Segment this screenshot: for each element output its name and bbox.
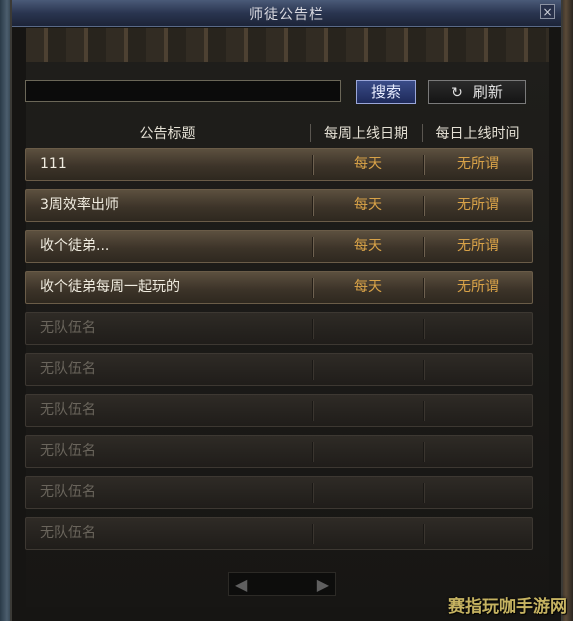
refresh-button[interactable]: ↻ 刷新 — [428, 80, 526, 104]
title-bar[interactable]: 师徒公告栏 × — [12, 0, 561, 27]
row-title: 无队伍名 — [40, 402, 96, 418]
row-title: 无队伍名 — [40, 361, 96, 377]
row-weekly: 每天 — [354, 238, 382, 254]
table-row[interactable]: 3周效率出师 每天 无所谓 — [25, 189, 533, 222]
decorative-band — [26, 28, 549, 63]
row-weekly — [313, 354, 423, 385]
row-daily: 无所谓 — [457, 238, 499, 254]
row-daily: 无所谓 — [457, 279, 499, 295]
row-weekly — [313, 518, 423, 549]
refresh-icon: ↻ — [451, 85, 463, 101]
row-title: 111 — [40, 156, 67, 172]
row-weekly: 每天 — [354, 197, 382, 213]
table-row[interactable]: 收个徒弟... 每天 无所谓 — [25, 230, 533, 263]
row-weekly: 每天 — [354, 279, 382, 295]
window-title: 师徒公告栏 — [249, 7, 324, 23]
table-row[interactable]: 无队伍名 — [25, 517, 533, 550]
row-title: 3周效率出师 — [40, 197, 119, 213]
row-title: 无队伍名 — [40, 525, 96, 541]
pager: ◀ ▶ — [228, 572, 336, 596]
row-weekly — [313, 477, 423, 508]
search-input[interactable] — [25, 80, 341, 102]
table-row[interactable]: 无队伍名 — [25, 394, 533, 427]
row-daily: 无所谓 — [457, 156, 499, 172]
row-daily — [424, 395, 532, 426]
table-row[interactable]: 无队伍名 — [25, 312, 533, 345]
table-row[interactable]: 无队伍名 — [25, 353, 533, 386]
row-daily: 无所谓 — [457, 197, 499, 213]
site-watermark: 赛指玩咖手游网 — [448, 597, 567, 617]
search-button[interactable]: 搜索 — [356, 80, 416, 104]
row-weekly — [313, 436, 423, 467]
row-daily — [424, 477, 532, 508]
row-weekly: 每天 — [354, 156, 382, 172]
row-title: 无队伍名 — [40, 484, 96, 500]
table-header: 公告标题 每周上线日期 每日上线时间 — [25, 120, 533, 144]
header-weekly[interactable]: 每周上线日期 — [310, 123, 422, 143]
row-daily — [424, 518, 532, 549]
row-daily — [424, 354, 532, 385]
prev-page-icon[interactable]: ◀ — [235, 575, 247, 594]
row-daily — [424, 313, 532, 344]
table-row[interactable]: 无队伍名 — [25, 435, 533, 468]
row-title: 收个徒弟... — [40, 238, 110, 254]
row-title: 无队伍名 — [40, 320, 96, 336]
row-daily — [424, 436, 532, 467]
header-title[interactable]: 公告标题 — [25, 123, 310, 143]
row-title: 无队伍名 — [40, 443, 96, 459]
next-page-icon[interactable]: ▶ — [317, 575, 329, 594]
row-title: 收个徒弟每周一起玩的 — [40, 279, 180, 295]
table-row[interactable]: 111 每天 无所谓 — [25, 148, 533, 181]
close-icon[interactable]: × — [540, 4, 555, 19]
table-row[interactable]: 收个徒弟每周一起玩的 每天 无所谓 — [25, 271, 533, 304]
refresh-label: 刷新 — [472, 83, 503, 101]
table-row[interactable]: 无队伍名 — [25, 476, 533, 509]
header-daily[interactable]: 每日上线时间 — [422, 123, 533, 143]
row-weekly — [313, 313, 423, 344]
row-weekly — [313, 395, 423, 426]
